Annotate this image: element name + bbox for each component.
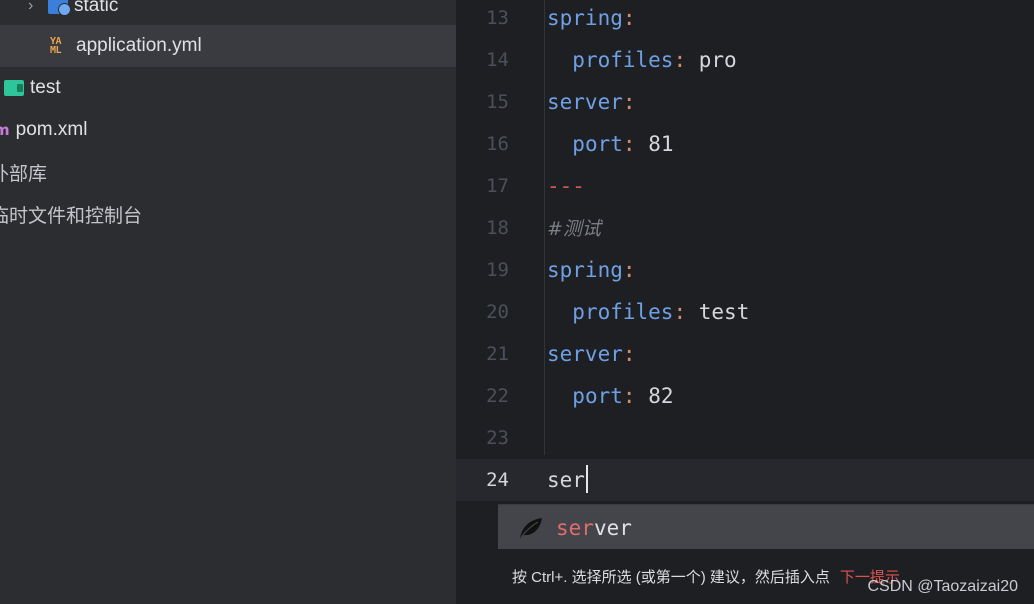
- completion-item-server[interactable]: server: [498, 505, 1034, 550]
- code-line[interactable]: 17 ---: [456, 165, 1034, 207]
- line-number: 20: [486, 301, 509, 323]
- line-number: 19: [486, 259, 509, 281]
- tree-item-label: 外部库: [0, 163, 48, 185]
- tree-item-static[interactable]: › static: [0, 0, 456, 27]
- tree-item-application-yml[interactable]: YA ML application.yml: [0, 25, 456, 67]
- typed-text: ser: [547, 468, 585, 492]
- line-number: 24: [486, 469, 509, 491]
- line-number: 13: [486, 7, 509, 29]
- yaml-key: spring: [547, 6, 623, 30]
- tree-item-external-libraries[interactable]: 外部库: [0, 151, 456, 193]
- completion-rest: ver: [593, 515, 632, 540]
- yaml-file-icon: YA ML: [50, 36, 62, 56]
- code-line[interactable]: 22 port: 82: [456, 375, 1034, 417]
- completion-match: ser: [556, 515, 594, 540]
- yaml-value: 82: [648, 384, 674, 408]
- yaml-key: port: [572, 132, 623, 156]
- document-separator: ---: [547, 174, 585, 198]
- yaml-colon: :: [673, 300, 687, 324]
- yaml-key: profiles: [572, 48, 674, 72]
- yaml-key: profiles: [572, 300, 674, 324]
- line-number: 23: [486, 427, 509, 449]
- tree-item-label: static: [74, 0, 119, 16]
- yaml-value: 81: [648, 132, 674, 156]
- code-line[interactable]: 16 port: 81: [456, 123, 1034, 165]
- code-line-current[interactable]: 24 ser: [456, 459, 1034, 501]
- yaml-colon: :: [622, 384, 636, 408]
- line-number: 14: [486, 49, 509, 71]
- line-number: 17: [486, 175, 509, 197]
- yaml-value: test: [698, 300, 750, 324]
- yaml-comment: #测试: [547, 218, 601, 240]
- code-line[interactable]: 23: [456, 417, 1034, 459]
- tree-item-label: pom.xml: [15, 119, 88, 140]
- hint-text: 按 Ctrl+. 选择所选 (或第一个) 建议，然后插入点: [512, 569, 830, 586]
- yaml-colon: :: [622, 90, 636, 114]
- line-number: 22: [486, 385, 509, 407]
- line-number: 15: [486, 91, 509, 113]
- line-number: 21: [486, 343, 509, 365]
- folder-resources-icon: [48, 0, 71, 16]
- tree-item-test[interactable]: test: [0, 67, 456, 109]
- line-number: 18: [486, 217, 509, 239]
- yaml-colon: :: [622, 258, 636, 282]
- text-caret: [585, 465, 588, 493]
- completion-popup: server: [498, 504, 1034, 550]
- yaml-key: port: [572, 384, 623, 408]
- line-number: 16: [486, 133, 509, 155]
- yaml-colon: :: [622, 342, 636, 366]
- code-line[interactable]: 14 profiles: pro: [456, 39, 1034, 81]
- maven-icon: m: [0, 121, 10, 139]
- completion-label: server: [556, 516, 632, 540]
- tree-item-label: test: [30, 77, 61, 98]
- project-tree: › static YA ML application.yml test m pom…: [0, 0, 456, 604]
- yaml-colon: :: [622, 132, 636, 156]
- watermark: CSDN @Taozaizai20: [867, 578, 1018, 595]
- code-line[interactable]: 20 profiles: test: [456, 291, 1034, 333]
- tree-item-pom-xml[interactable]: m pom.xml: [0, 109, 456, 151]
- code-line[interactable]: 18 #测试: [456, 207, 1034, 249]
- yaml-key: server: [547, 90, 623, 114]
- yaml-value: pro: [698, 48, 737, 72]
- code-line[interactable]: 21 server:: [456, 333, 1034, 375]
- code-line[interactable]: 19 spring:: [456, 249, 1034, 291]
- folder-test-icon: [4, 80, 24, 96]
- spring-leaf-icon: [520, 517, 542, 538]
- tree-item-label: application.yml: [76, 35, 202, 56]
- tree-item-label: 临时文件和控制台: [0, 205, 143, 227]
- yaml-key: server: [547, 342, 623, 366]
- chevron-right-icon[interactable]: ›: [28, 0, 42, 15]
- yaml-colon: :: [673, 48, 687, 72]
- tree-item-scratches[interactable]: 临时文件和控制台: [0, 193, 456, 235]
- yaml-key: spring: [547, 258, 623, 282]
- code-line[interactable]: 13 spring:: [456, 0, 1034, 39]
- code-line[interactable]: 15 server:: [456, 81, 1034, 123]
- yaml-colon: :: [622, 6, 636, 30]
